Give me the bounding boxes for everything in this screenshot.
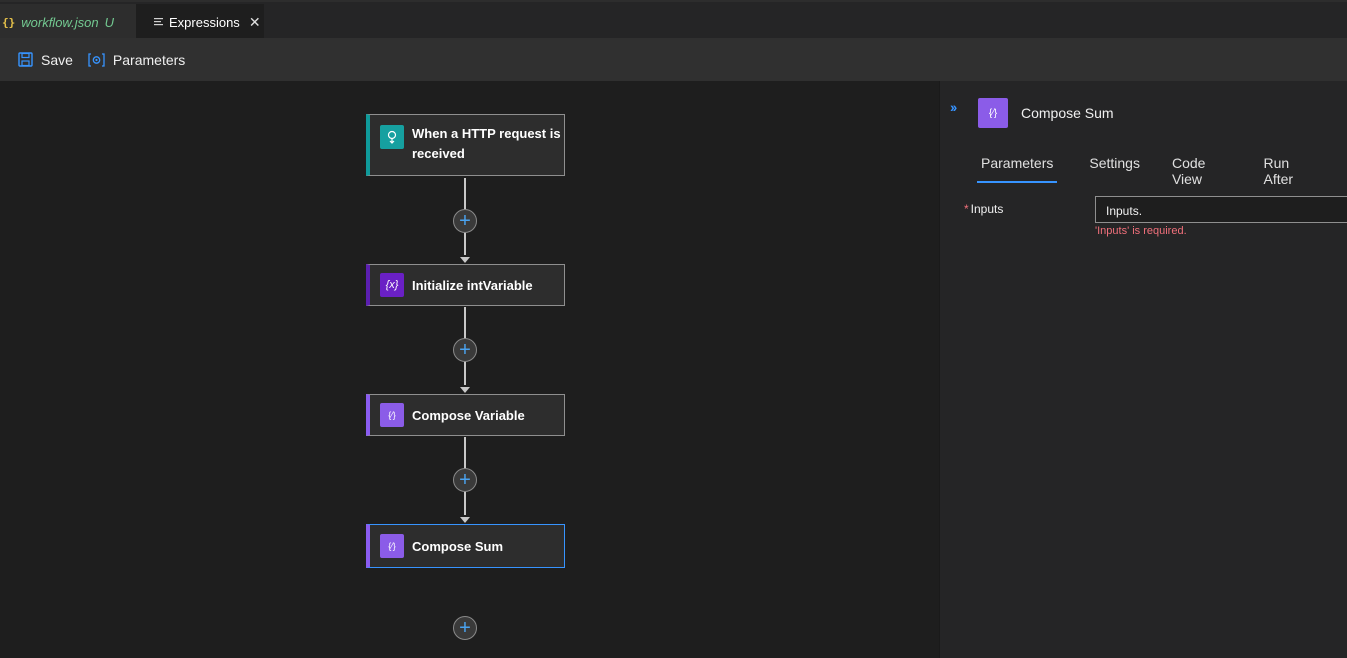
connector-arrow: [460, 257, 470, 263]
required-marker: *: [964, 202, 969, 216]
collapse-panel-icon[interactable]: ››: [950, 99, 957, 115]
save-label: Save: [41, 51, 73, 68]
save-button[interactable]: Save: [18, 52, 73, 68]
action-card-compose-sum[interactable]: {⁄} Compose Sum: [366, 524, 565, 568]
designer-toolbar: Save Parameters: [0, 38, 1347, 81]
http-request-icon: [380, 125, 404, 149]
inputs-label-text: Inputs: [970, 202, 1004, 216]
parameters-icon: [88, 52, 105, 67]
document-icon: [154, 15, 164, 30]
workflow-canvas[interactable]: + + + + When a HTTP request is received …: [0, 81, 939, 658]
card-label: Compose Sum: [412, 538, 504, 554]
tab-label: Expressions: [169, 14, 240, 30]
panel-tabs: Parameters Settings Code View Run After: [977, 141, 1347, 187]
tab-settings[interactable]: Settings: [1089, 141, 1140, 183]
card-label: Initialize intVariable: [412, 277, 533, 293]
plus-icon: +: [459, 616, 471, 639]
inputs-error-message: 'Inputs' is required.: [1095, 225, 1187, 237]
plus-icon: +: [459, 338, 471, 361]
compose-icon: {⁄}: [380, 403, 404, 427]
panel-title[interactable]: Compose Sum: [1021, 105, 1114, 121]
tab-expressions[interactable]: Expressions ✕: [136, 4, 264, 40]
compose-icon: {⁄}: [978, 98, 1008, 128]
add-step-button[interactable]: +: [453, 616, 477, 640]
inputs-field[interactable]: Inputs.: [1095, 196, 1347, 223]
action-card-initialize-variable[interactable]: {x} Initialize intVariable: [366, 264, 565, 306]
card-label: Compose Variable: [412, 407, 525, 423]
variable-icon: {x}: [380, 273, 404, 297]
save-icon: [18, 52, 33, 67]
inputs-label: * Inputs: [964, 202, 1003, 216]
connector-arrow: [460, 517, 470, 523]
parameters-button[interactable]: Parameters: [88, 52, 185, 68]
connector-arrow: [460, 387, 470, 393]
tab-run-after[interactable]: Run After: [1263, 141, 1315, 187]
tab-code-view[interactable]: Code View: [1172, 141, 1232, 187]
tab-file-name: workflow.json: [21, 14, 99, 30]
parameters-label: Parameters: [112, 51, 186, 68]
tab-parameters[interactable]: Parameters: [977, 141, 1058, 183]
tab-git-status: U: [104, 14, 114, 30]
add-step-button[interactable]: +: [453, 468, 477, 492]
close-icon[interactable]: ✕: [249, 14, 261, 31]
json-file-icon: {}: [2, 15, 16, 29]
editor-tab-bar: {} workflow.json U Expressions ✕: [0, 0, 1347, 40]
tab-workflow-json[interactable]: {} workflow.json U: [0, 4, 136, 40]
trigger-card-http-request[interactable]: When a HTTP request is received: [366, 114, 565, 176]
compose-icon: {⁄}: [380, 534, 404, 558]
plus-icon: +: [459, 468, 471, 491]
action-details-panel: ›› {⁄} Compose Sum Parameters Settings C…: [939, 81, 1347, 658]
add-step-button[interactable]: +: [453, 209, 477, 233]
card-label: When a HTTP request is received: [412, 126, 561, 161]
action-card-compose-variable[interactable]: {⁄} Compose Variable: [366, 394, 565, 436]
add-step-button[interactable]: +: [453, 338, 477, 362]
plus-icon: +: [459, 209, 471, 232]
panel-header: ›› {⁄} Compose Sum: [940, 81, 1347, 141]
